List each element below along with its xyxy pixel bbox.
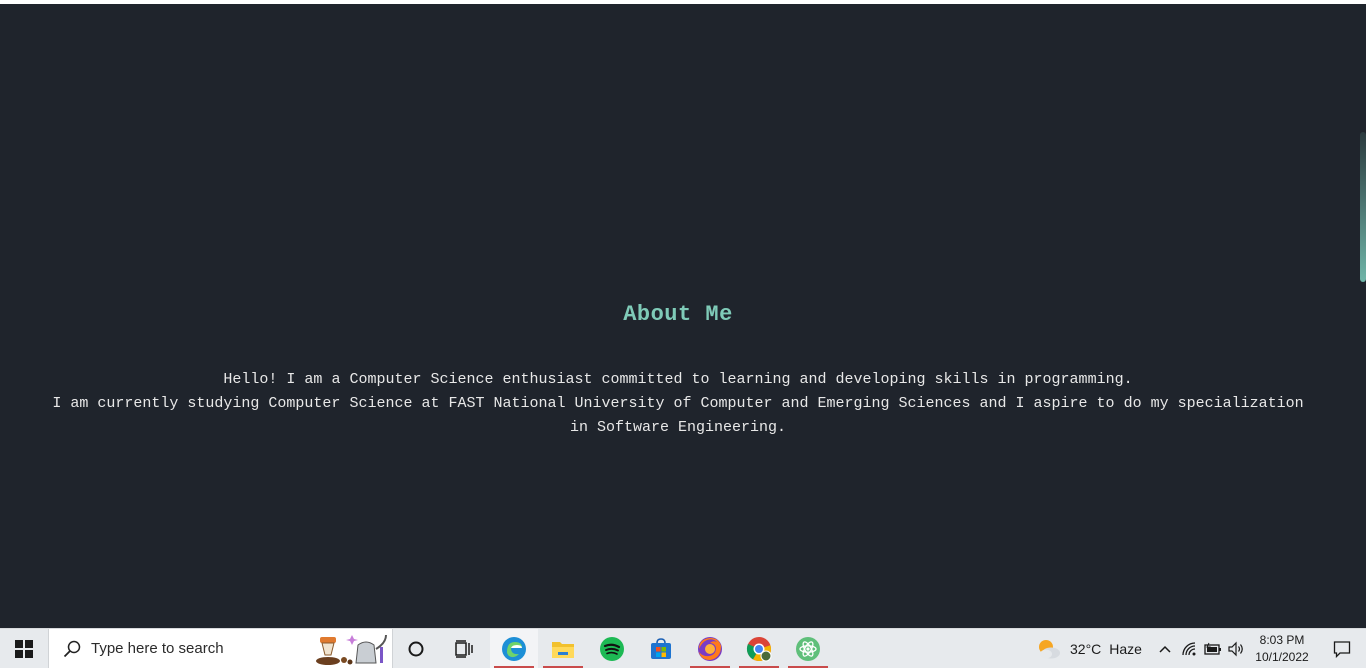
wifi-icon (1182, 641, 1196, 655)
taskbar-app-microsoft-store[interactable] (637, 629, 685, 668)
taskbar-app-firefox[interactable] (686, 629, 734, 668)
firefox-icon (698, 636, 722, 661)
clock-date: 10/1/2022 (1255, 649, 1309, 664)
about-me-paragraph: Hello! I am a Computer Science enthusias… (5, 368, 1351, 440)
windows-start-button[interactable] (0, 629, 48, 668)
edge-icon (502, 636, 526, 661)
weather-condition: Haze (1109, 640, 1142, 657)
taskbar: Type here to search 32°C Haze 8:03 PM 10… (0, 628, 1366, 668)
system-clock[interactable]: 8:03 PM 10/1/2022 (1248, 629, 1316, 668)
coffee-kettle-search-highlight-icon (316, 634, 387, 665)
atom-icon (796, 636, 820, 661)
about-line-1: Hello! I am a Computer Science enthusias… (223, 371, 1133, 388)
task-view-button[interactable] (442, 629, 486, 668)
about-line-3: in Software Engineering. (569, 419, 787, 436)
page-content: About Me Hello! I am a Computer Science … (0, 4, 1366, 629)
microsoft-store-icon (651, 637, 671, 659)
windows-start-icon (15, 639, 33, 658)
show-hidden-icons-button[interactable] (1152, 629, 1178, 668)
notifications-button[interactable] (1318, 629, 1366, 668)
taskbar-app-chrome[interactable] (735, 629, 783, 668)
speaker-icon (1228, 641, 1243, 656)
weather-widget[interactable]: 32°C Haze (1036, 629, 1146, 668)
spotify-icon (600, 636, 624, 661)
network-button[interactable] (1178, 629, 1200, 668)
taskbar-app-file-explorer[interactable] (539, 629, 587, 668)
search-placeholder: Type here to search (91, 640, 224, 657)
scrollbar-thumb[interactable] (1360, 132, 1366, 282)
chevron-up-icon (1159, 645, 1171, 653)
battery-charging-icon (1204, 642, 1221, 655)
partly-cloudy-icon (1039, 639, 1060, 658)
about-line-2: I am currently studying Computer Science… (52, 395, 1304, 412)
taskbar-app-atom[interactable] (784, 629, 832, 668)
task-view-icon (455, 639, 473, 658)
battery-button[interactable] (1201, 629, 1225, 668)
cortana-button[interactable] (395, 629, 437, 668)
chrome-icon (746, 636, 772, 661)
notification-icon (1333, 640, 1351, 658)
volume-button[interactable] (1225, 629, 1247, 668)
search-icon (63, 640, 81, 657)
about-me-heading: About Me (623, 302, 733, 327)
taskbar-app-spotify[interactable] (588, 629, 636, 668)
weather-temperature: 32°C (1070, 640, 1102, 657)
taskbar-app-edge[interactable] (490, 629, 538, 668)
cortana-icon (408, 641, 424, 656)
clock-time: 8:03 PM (1259, 632, 1305, 647)
taskbar-search-box[interactable]: Type here to search (48, 629, 393, 668)
file-explorer-icon (552, 641, 574, 658)
